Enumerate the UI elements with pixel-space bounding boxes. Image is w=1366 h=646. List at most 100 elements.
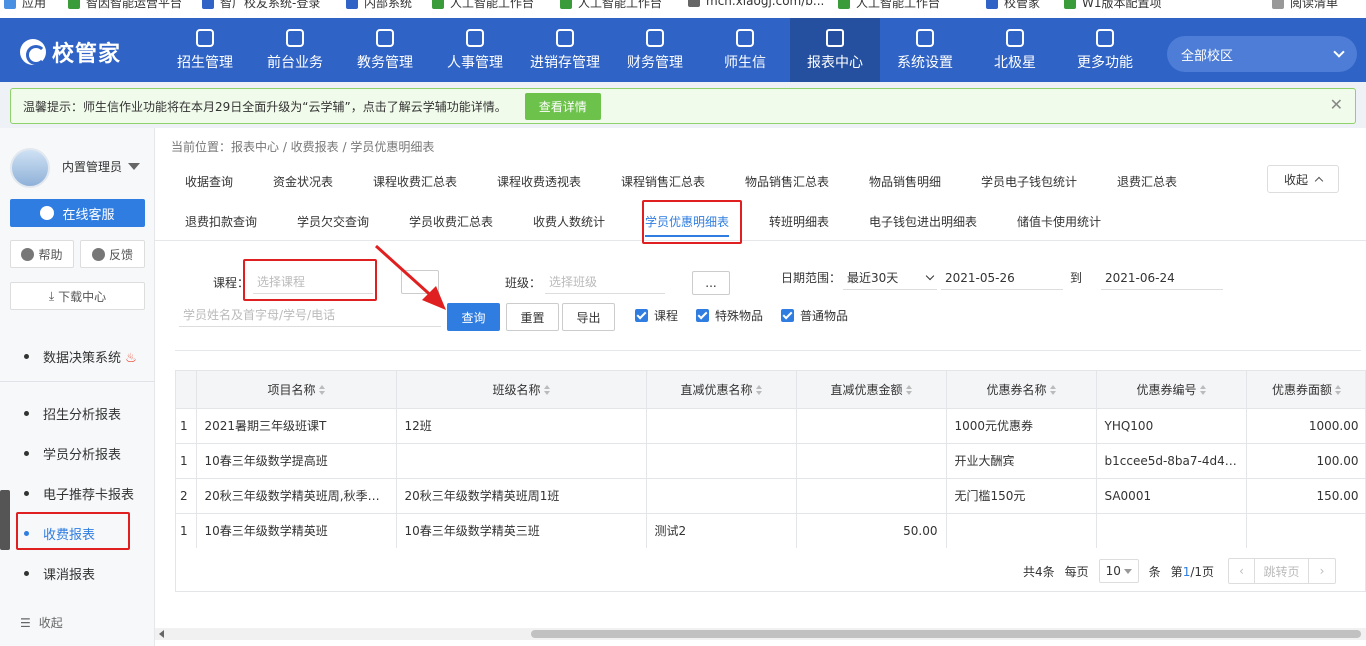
report-icon bbox=[826, 28, 844, 47]
class-picker-button[interactable]: ... bbox=[692, 271, 730, 295]
sort-icon[interactable] bbox=[1335, 385, 1341, 396]
tab-item[interactable]: 物品销售汇总表 bbox=[745, 173, 829, 190]
column-header[interactable]: 优惠券名称 bbox=[946, 371, 1097, 408]
tab-item[interactable]: 学员电子钱包统计 bbox=[981, 173, 1077, 190]
sidebar-item-3[interactable]: 收费报表 bbox=[24, 524, 95, 543]
sidebar-item-0[interactable]: 招生分析报表 bbox=[24, 404, 121, 423]
bookmark-item[interactable]: mch.xiaogj.com/b... bbox=[688, 0, 824, 8]
page-size-select[interactable]: 10 bbox=[1098, 559, 1139, 583]
app-logo[interactable]: 校管家 bbox=[20, 36, 121, 68]
next-page-icon[interactable]: › bbox=[1309, 559, 1335, 583]
download-center-button[interactable]: ⤓ 下载中心 bbox=[10, 282, 145, 310]
reset-button[interactable]: 重置 bbox=[506, 303, 559, 331]
sort-icon[interactable] bbox=[755, 385, 762, 396]
column-header[interactable]: 直减优惠名称 bbox=[646, 371, 797, 408]
tabs-collapse-button[interactable]: 收起 bbox=[1267, 165, 1339, 193]
table-row[interactable]: 2 20秋三年级数学精英班周,秋季三... 20秋三年级数学精英班周1班 无门槛150… bbox=[176, 477, 1365, 513]
sidebar-item-4[interactable]: 课消报表 bbox=[24, 564, 95, 583]
sort-icon[interactable] bbox=[1199, 385, 1206, 396]
course-label: 课程： bbox=[213, 276, 250, 290]
nav-item-3[interactable]: 人事管理 bbox=[430, 18, 520, 82]
table-row[interactable]: 1 2021暑期三年级班课T 12班 1000元优惠券 YHQ100 1000.00 bbox=[176, 407, 1365, 443]
filter-checkbox[interactable]: 特殊物品 bbox=[696, 307, 763, 324]
bookmark-item[interactable]: 人工智能工作台 bbox=[838, 0, 940, 11]
tab-item[interactable]: 课程收费透视表 bbox=[497, 173, 581, 190]
tab-item[interactable]: 电子钱包进出明细表 bbox=[869, 213, 977, 230]
bookmark-item[interactable]: 阅读清单 bbox=[1272, 0, 1338, 11]
tab-item[interactable]: 退费扣款查询 bbox=[185, 213, 257, 230]
bookmark-item[interactable]: 智广校友系统-登录 bbox=[202, 0, 320, 11]
nav-item-9[interactable]: 北极星 bbox=[970, 18, 1060, 82]
bookmark-item[interactable]: 校管家 bbox=[986, 0, 1040, 11]
filter-checkbox[interactable]: 普通物品 bbox=[781, 307, 848, 324]
sort-icon[interactable] bbox=[1049, 385, 1056, 396]
sidebar-item-decision[interactable]: 数据决策系统 ♨ bbox=[24, 347, 137, 366]
jump-page-button[interactable]: 跳转页 bbox=[1255, 559, 1310, 583]
side-drag-handle[interactable] bbox=[0, 490, 10, 550]
sort-icon[interactable] bbox=[318, 385, 325, 396]
nav-item-5[interactable]: 财务管理 bbox=[610, 18, 700, 82]
column-header[interactable]: 直减优惠金额 bbox=[796, 371, 947, 408]
nav-item-8[interactable]: 系统设置 bbox=[880, 18, 970, 82]
date-to-input[interactable]: 2021-06-24 bbox=[1101, 266, 1223, 290]
nav-item-7[interactable]: 报表中心 bbox=[790, 18, 880, 82]
bookmark-item[interactable]: 智因智能运营平台 bbox=[68, 0, 182, 11]
bookmark-item[interactable]: W1版本配置项 bbox=[1064, 0, 1162, 11]
column-header[interactable]: 项目名称 bbox=[196, 371, 397, 408]
bookmark-item[interactable]: 内部系统 bbox=[346, 0, 412, 11]
date-from-input[interactable]: 2021-05-26 bbox=[941, 266, 1063, 290]
tab-item[interactable]: 储值卡使用统计 bbox=[1017, 213, 1101, 230]
online-service-button[interactable]: 在线客服 bbox=[10, 199, 145, 227]
user-menu[interactable]: 内置管理员 bbox=[62, 158, 141, 175]
table-cell bbox=[796, 442, 947, 478]
tab-item[interactable]: 物品销售明细 bbox=[869, 173, 941, 190]
nav-item-4[interactable]: 进销存管理 bbox=[520, 18, 610, 82]
tab-item[interactable]: 课程收费汇总表 bbox=[373, 173, 457, 190]
tab-item[interactable]: 学员欠交查询 bbox=[297, 213, 369, 230]
bookmark-item[interactable]: 人工智能工作台 bbox=[560, 0, 662, 11]
notice-detail-button[interactable]: 查看详情 bbox=[524, 92, 601, 120]
date-range-select[interactable]: 最近30天 bbox=[843, 266, 937, 290]
table-row[interactable]: 1 10春三年级数学精英班 10春三年级数学精英三班 测试2 50.00 bbox=[176, 512, 1365, 548]
tab-item[interactable]: 学员优惠明细表 bbox=[645, 213, 730, 237]
tab-item[interactable]: 课程销售汇总表 bbox=[621, 173, 705, 190]
tab-item[interactable]: 收据查询 bbox=[185, 173, 233, 190]
sidebar-item-2[interactable]: 电子推荐卡报表 bbox=[24, 484, 134, 503]
course-input[interactable]: 选择课程 bbox=[253, 270, 373, 294]
horizontal-scrollbar[interactable] bbox=[155, 628, 1366, 640]
sidebar-collapse-button[interactable]: ☰ 收起 bbox=[20, 614, 63, 631]
column-header[interactable]: 班级名称 bbox=[396, 371, 647, 408]
column-header[interactable]: 优惠券编号 bbox=[1096, 371, 1247, 408]
filter-checkbox[interactable]: 课程 bbox=[635, 307, 678, 324]
scrollbar-thumb[interactable] bbox=[531, 630, 1361, 638]
scroll-left-icon[interactable] bbox=[159, 630, 164, 638]
nav-item-6[interactable]: 师生信 bbox=[700, 18, 790, 82]
tab-item[interactable]: 学员收费汇总表 bbox=[409, 213, 493, 230]
checkbox-label: 普通物品 bbox=[800, 309, 849, 323]
class-input[interactable]: 选择班级 bbox=[545, 270, 665, 294]
column-header[interactable]: 优惠券面额 bbox=[1246, 371, 1365, 408]
campus-value: 全部校区 bbox=[1181, 48, 1234, 64]
export-button[interactable]: 导出 bbox=[562, 303, 615, 331]
bookmark-item[interactable]: 应用 bbox=[4, 0, 46, 11]
help-button[interactable]: 帮助 bbox=[10, 240, 74, 268]
tab-item[interactable]: 退费汇总表 bbox=[1117, 173, 1177, 190]
nav-item-2[interactable]: 教务管理 bbox=[340, 18, 430, 82]
nav-item-10[interactable]: 更多功能 bbox=[1060, 18, 1150, 82]
sidebar-item-1[interactable]: 学员分析报表 bbox=[24, 444, 121, 463]
tab-item[interactable]: 转班明细表 bbox=[769, 213, 829, 230]
prev-page-icon[interactable]: ‹ bbox=[1229, 559, 1256, 583]
sort-icon[interactable] bbox=[905, 385, 912, 396]
feedback-button[interactable]: 反馈 bbox=[80, 240, 145, 268]
avatar[interactable] bbox=[10, 148, 50, 188]
close-icon[interactable]: ✕ bbox=[1330, 95, 1343, 114]
tab-item[interactable]: 收费人数统计 bbox=[533, 213, 605, 230]
bookmark-item[interactable]: 人工智能工作台 bbox=[432, 0, 534, 11]
campus-select[interactable]: 全部校区 bbox=[1167, 36, 1357, 72]
logo-text: 校管家 bbox=[52, 42, 122, 67]
nav-item-1[interactable]: 前台业务 bbox=[250, 18, 340, 82]
sort-icon[interactable] bbox=[543, 385, 550, 396]
nav-item-0[interactable]: 招生管理 bbox=[160, 18, 250, 82]
tab-item[interactable]: 资金状况表 bbox=[273, 173, 333, 190]
table-row[interactable]: 1 10春三年级数学提高班 开业大酬宾 b1ccee5d-8ba7-4d41... 10… bbox=[176, 442, 1365, 478]
